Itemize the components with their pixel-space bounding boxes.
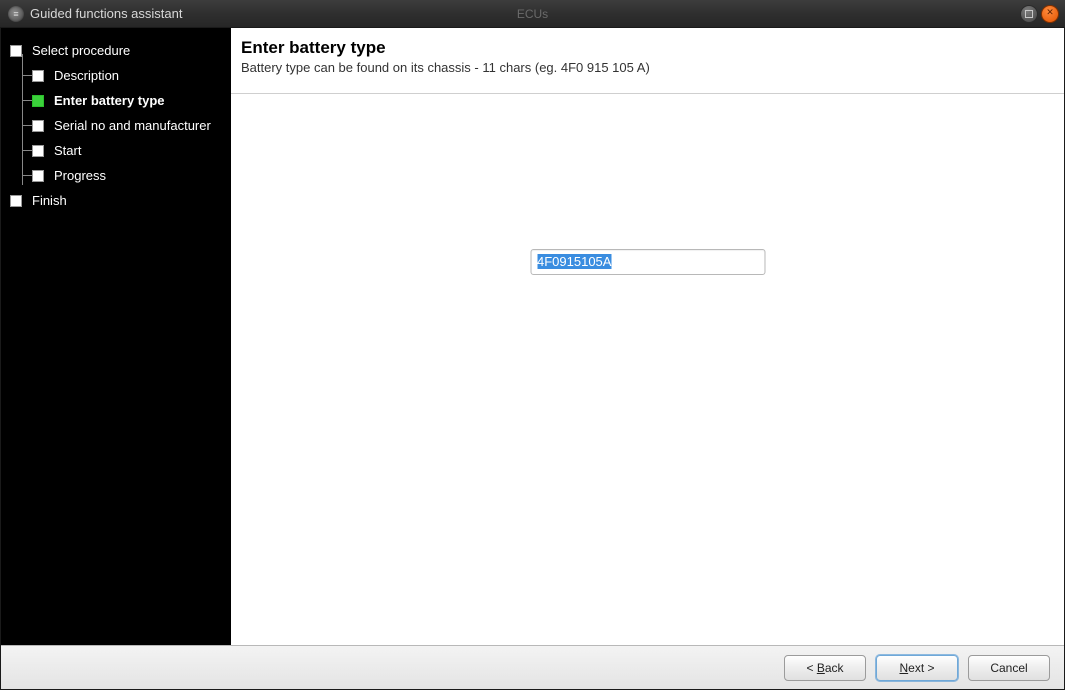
back-button[interactable]: < Back [784,655,866,681]
step-box-icon [32,120,44,132]
back-prefix: < [806,661,816,675]
next-rest: ext > [908,661,934,675]
body-area: Select procedure Description Enter batte… [0,28,1065,690]
back-rest: ack [825,661,844,675]
step-box-icon [32,170,44,182]
step-box-icon [10,45,22,57]
step-enter-battery-type[interactable]: Enter battery type [7,88,225,113]
step-finish[interactable]: Finish [7,188,225,213]
wizard-footer: < Back Next > Cancel [1,645,1064,689]
battery-type-input[interactable]: 4F0915105A [530,249,765,275]
step-progress[interactable]: Progress [7,163,225,188]
step-label: Select procedure [32,43,130,58]
next-button[interactable]: Next > [876,655,958,681]
step-label: Finish [32,193,67,208]
step-label: Serial no and manufacturer [54,118,211,133]
step-start[interactable]: Start [7,138,225,163]
step-tree: Select procedure Description Enter batte… [7,38,225,213]
step-box-icon [10,195,22,207]
wizard-body: Select procedure Description Enter batte… [1,28,1064,645]
cancel-button[interactable]: Cancel [968,655,1050,681]
step-label: Enter battery type [54,93,165,108]
titlebar: Guided functions assistant ECUs [0,0,1065,28]
window-title: Guided functions assistant [30,6,182,21]
step-label: Description [54,68,119,83]
step-label: Progress [54,168,106,183]
step-serial-manufacturer[interactable]: Serial no and manufacturer [7,113,225,138]
step-box-icon [32,70,44,82]
titlebar-left: Guided functions assistant [0,6,182,22]
battery-type-value: 4F0915105A [537,254,611,269]
window-controls [1020,5,1059,23]
close-icon[interactable] [1041,5,1059,23]
step-select-procedure[interactable]: Select procedure [7,38,225,63]
step-description[interactable]: Description [7,63,225,88]
back-underline: B [817,661,825,675]
next-underline: N [899,661,908,675]
step-box-icon [32,145,44,157]
maximize-icon[interactable] [1020,5,1038,23]
content-header: Enter battery type Battery type can be f… [231,28,1064,94]
content-body: 4F0915105A [231,94,1064,645]
page-title: Enter battery type [241,38,1052,58]
page-subtitle: Battery type can be found on its chassis… [241,60,1052,75]
window: Guided functions assistant ECUs Select p… [0,0,1065,690]
app-icon [8,6,24,22]
wizard-sidebar: Select procedure Description Enter batte… [1,28,231,645]
wizard-content: Enter battery type Battery type can be f… [231,28,1064,645]
step-label: Start [54,143,81,158]
background-tab-label: ECUs [517,7,548,21]
battery-type-input-wrap: 4F0915105A [530,249,765,275]
step-box-icon [32,95,44,107]
